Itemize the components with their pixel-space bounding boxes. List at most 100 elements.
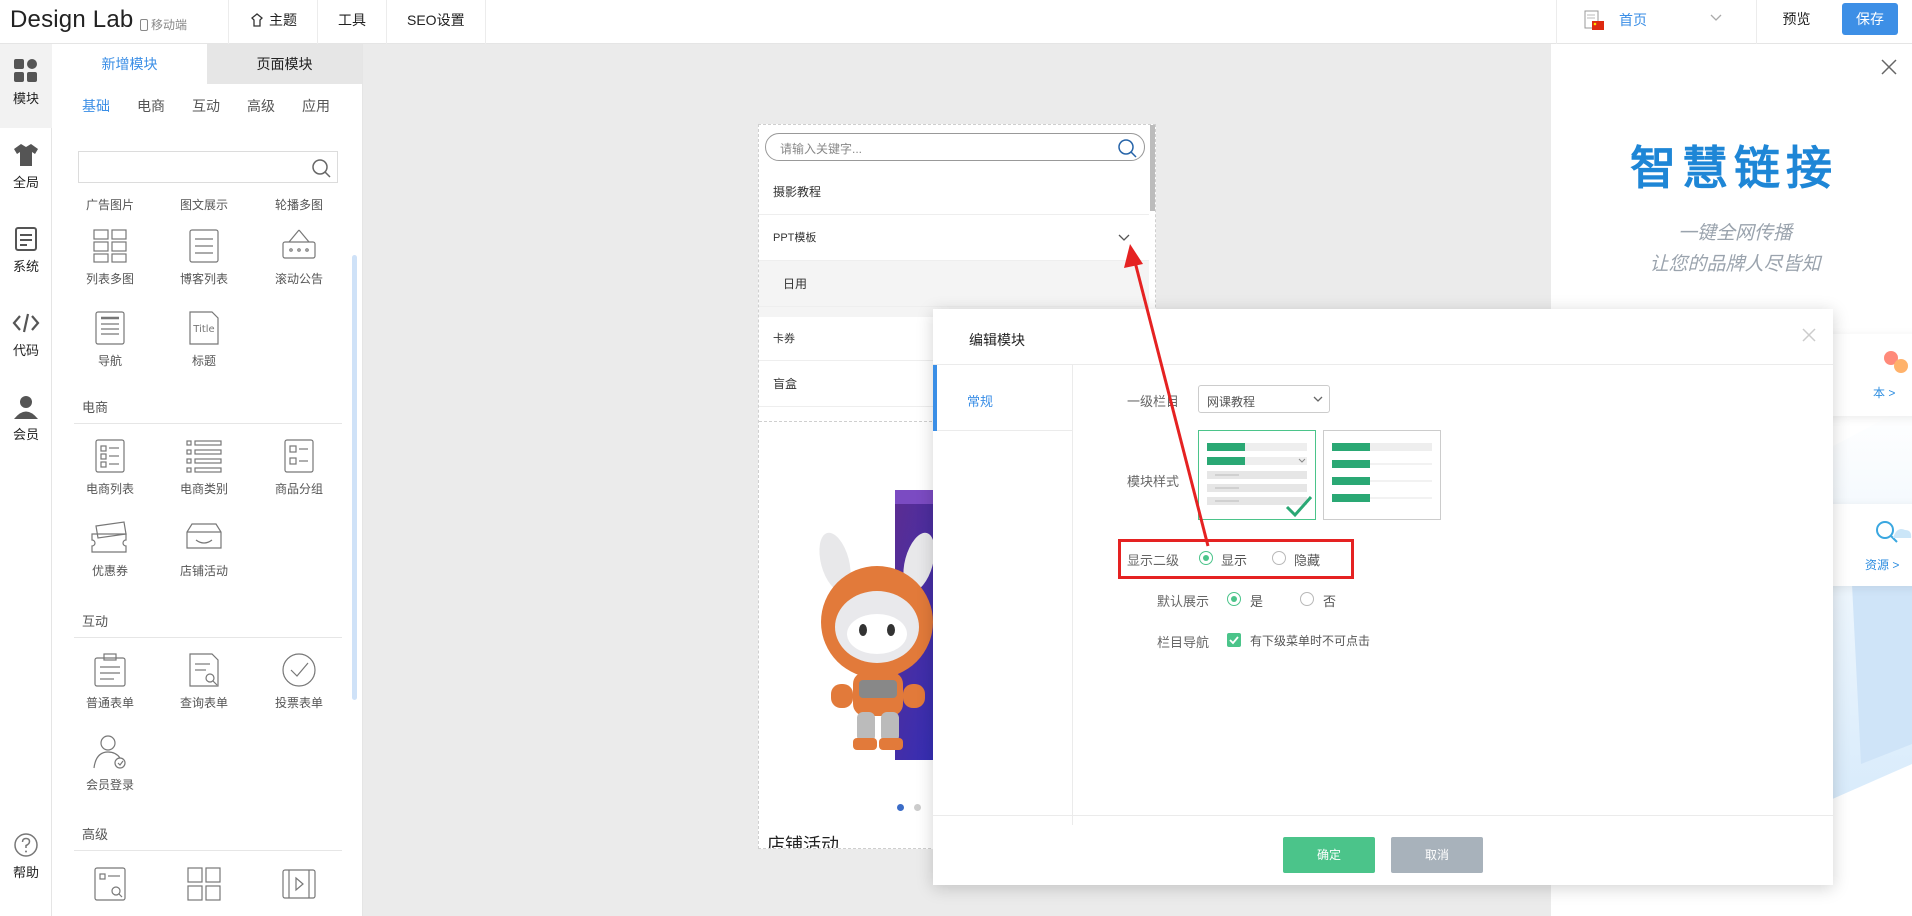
chevron-down-icon — [1710, 14, 1722, 21]
top-nav: 主题 工具 SEO设置 — [228, 0, 486, 44]
nav-theme[interactable]: 主题 — [228, 0, 317, 44]
coupon-icon — [91, 521, 127, 553]
promo-card-label: 资源 > — [1865, 558, 1900, 572]
module-normal-form[interactable]: 普通表单 — [70, 652, 150, 711]
store-activity-title: 店铺活动 — [767, 835, 839, 849]
module-query-form[interactable]: 查询表单 — [164, 652, 244, 711]
rail-global[interactable]: 全局 — [0, 128, 52, 212]
module-navigation[interactable]: 导航 — [70, 310, 150, 369]
panel-scrollbar[interactable] — [352, 255, 357, 700]
style-option-dropdown[interactable] — [1198, 430, 1316, 520]
category-ecommerce[interactable]: 电商 — [137, 96, 165, 122]
preview-button[interactable]: 预览 — [1756, 0, 1836, 44]
cancel-button[interactable]: 取消 — [1391, 837, 1483, 873]
section-interact-title: 互动 — [82, 614, 109, 629]
dialog-sidebar: 常规 — [933, 365, 1073, 825]
menu-item-ppt[interactable]: PPT模板 — [759, 215, 1149, 261]
page-selector[interactable]: 首页 — [1556, 0, 1756, 44]
module-carousel[interactable]: 轮播多图 — [259, 196, 339, 213]
title-icon: Title — [189, 311, 219, 345]
module-ticker[interactable]: 滚动公告 — [259, 228, 339, 287]
module-video[interactable] — [259, 866, 339, 908]
module-layout[interactable] — [164, 866, 244, 908]
store-activity-icon — [186, 523, 222, 549]
module-heading[interactable]: Title 标题 — [164, 310, 244, 369]
carousel-dot[interactable] — [914, 804, 921, 811]
nav-tools[interactable]: 工具 — [317, 0, 386, 44]
top-bar: Design Lab 移动端 主题 工具 SEO设置 首页 预览 保存 — [0, 0, 1912, 44]
rail-help[interactable]: 帮助 — [0, 832, 52, 902]
module-coupon[interactable]: 优惠券 — [70, 520, 150, 579]
close-icon[interactable] — [1801, 327, 1817, 343]
style-option-flat[interactable] — [1323, 430, 1441, 520]
section-ecommerce-title: 电商 — [82, 400, 109, 415]
rail-modules[interactable]: 模块 — [0, 44, 52, 128]
module-ad-image[interactable]: 广告图片 — [70, 196, 150, 213]
module-vote-form[interactable]: 投票表单 — [259, 652, 339, 711]
search-icon — [1118, 139, 1137, 158]
submenu-item[interactable]: 日用 — [759, 261, 1149, 307]
section-advanced-title: 高级 — [82, 827, 109, 842]
ticker-icon — [282, 229, 316, 259]
category-interact[interactable]: 互动 — [192, 96, 220, 122]
level1-select[interactable]: 网课教程 — [1198, 385, 1330, 413]
promo-title: 智慧链接 — [1630, 142, 1838, 194]
save-button[interactable]: 保存 — [1842, 3, 1898, 35]
tab-page-module[interactable]: 页面模块 — [207, 44, 362, 84]
module-list-images[interactable]: 列表多图 — [70, 228, 150, 287]
app-logo: Design Lab — [10, 6, 134, 33]
radio-no[interactable] — [1300, 592, 1314, 606]
nav-checkbox-label: 有下级菜单时不可点击 — [1250, 634, 1371, 648]
layout-icon — [187, 867, 221, 901]
tab-general[interactable]: 常规 — [933, 365, 1073, 431]
rail-code[interactable]: 代码 — [0, 296, 52, 380]
phone-search-input[interactable]: 请输入关键字... — [765, 133, 1145, 161]
module-product-group[interactable]: 商品分组 — [259, 438, 339, 497]
module-shop-list[interactable]: 电商列表 — [70, 438, 150, 497]
module-store-activity-label: 店铺活动 — [179, 564, 228, 578]
close-icon[interactable] — [1880, 58, 1898, 76]
radio-yes[interactable] — [1227, 592, 1241, 606]
carousel-dot[interactable] — [897, 804, 904, 811]
rail-member-label: 会员 — [12, 427, 39, 442]
panel-tabs: 新增模块 页面模块 — [52, 44, 362, 84]
confirm-button[interactable]: 确定 — [1283, 837, 1375, 873]
tab-new-module[interactable]: 新增模块 — [52, 44, 207, 84]
module-blog-list[interactable]: 博客列表 — [164, 228, 244, 287]
module-search-input[interactable] — [78, 151, 338, 183]
column-nav-label: 栏目导航 — [1157, 635, 1210, 650]
modules-icon — [14, 59, 37, 82]
module-advanced-search[interactable] — [70, 866, 150, 908]
page-selector-label: 首页 — [1619, 12, 1647, 28]
module-coupon-label: 优惠券 — [91, 564, 128, 578]
module-product-group-label: 商品分组 — [274, 482, 323, 496]
phone-scrollbar[interactable] — [1150, 125, 1155, 211]
nav-theme-label: 主题 — [269, 12, 297, 28]
module-store-activity[interactable]: 店铺活动 — [164, 520, 244, 579]
divider — [74, 850, 342, 851]
menu-item[interactable]: 摄影教程 — [759, 169, 1149, 215]
module-shop-list-label: 电商列表 — [85, 482, 134, 496]
nav-checkbox[interactable] — [1227, 633, 1241, 647]
category-apps[interactable]: 应用 — [302, 96, 330, 122]
highlight-box — [1118, 539, 1354, 579]
module-style-label: 模块样式 — [1127, 474, 1180, 489]
rail-member[interactable]: 会员 — [0, 380, 52, 464]
video-icon — [282, 869, 316, 899]
module-member-login-label: 会员登录 — [85, 778, 134, 792]
rail-system[interactable]: 系统 — [0, 212, 52, 296]
rail-help-label: 帮助 — [12, 865, 39, 880]
category-basic[interactable]: 基础 — [82, 96, 110, 122]
module-blog-list-label: 博客列表 — [179, 272, 228, 286]
help-icon — [14, 833, 38, 857]
nav-seo[interactable]: SEO设置 — [386, 0, 486, 44]
module-member-login[interactable]: 会员登录 — [70, 734, 150, 793]
module-image-text[interactable]: 图文展示 — [164, 196, 244, 213]
module-shop-category[interactable]: 电商类别 — [164, 438, 244, 497]
check-circle-icon — [282, 653, 316, 687]
mobile-toggle[interactable]: 移动端 — [140, 16, 187, 33]
promo-subtitle: 一键全网传播 — [1677, 223, 1792, 244]
category-advanced[interactable]: 高级 — [247, 96, 275, 122]
module-navigation-label: 导航 — [97, 354, 122, 368]
module-ticker-label: 滚动公告 — [274, 272, 323, 286]
